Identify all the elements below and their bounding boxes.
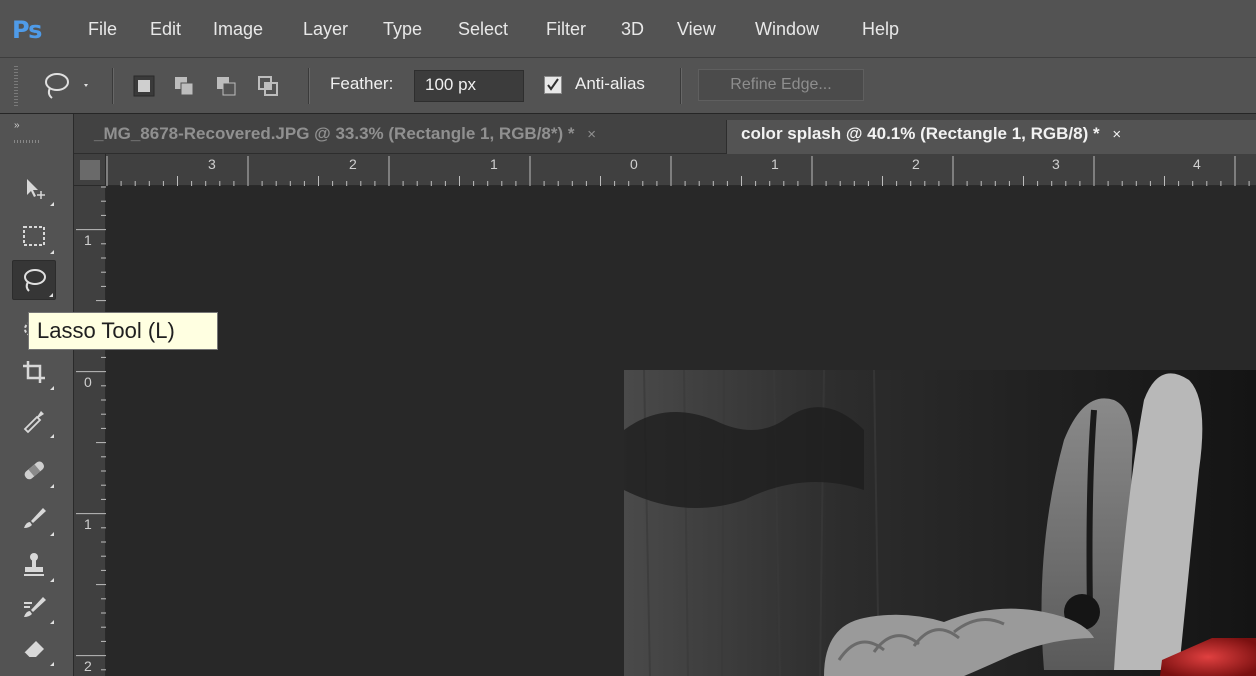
menu-3d[interactable]: 3D (621, 18, 644, 40)
menu-select[interactable]: Select (458, 18, 508, 40)
eyedropper-icon (23, 411, 44, 434)
menu-bar: Ps File Edit Image Layer Type Select Fil… (0, 0, 1256, 58)
antialias-label[interactable]: Anti-alias (575, 74, 645, 94)
ruler-label: 1 (490, 156, 498, 172)
lasso-tool[interactable] (12, 260, 56, 300)
healing-brush-tool[interactable] (12, 450, 56, 490)
menu-type[interactable]: Type (383, 18, 422, 40)
ruler-label: 1 (84, 516, 92, 532)
history-brush-icon (24, 597, 46, 617)
horizontal-ruler[interactable]: 3 2 1 0 1 2 3 4 (106, 154, 1256, 186)
rope-clothespin-image (624, 370, 1256, 676)
move-tool[interactable] (12, 168, 56, 208)
clone-stamp-tool[interactable] (12, 544, 56, 584)
options-grip[interactable] (14, 66, 18, 106)
feather-label: Feather: (330, 74, 394, 93)
eraser-icon (23, 641, 44, 660)
tab-mg-8678[interactable]: _MG_8678-Recovered.JPG @ 33.3% (Rectangl… (80, 120, 726, 154)
rect-marquee-icon (23, 226, 45, 246)
subtract-selection-button[interactable] (214, 74, 238, 98)
crop-icon (23, 361, 45, 383)
ruler-label: 2 (912, 156, 920, 172)
antialias-checkbox[interactable] (544, 76, 562, 94)
stamp-icon (24, 553, 44, 576)
brush-tool[interactable] (12, 498, 56, 538)
menu-file[interactable]: File (88, 18, 117, 40)
menu-view[interactable]: View (677, 18, 716, 40)
close-icon[interactable]: × (1112, 126, 1121, 143)
lasso-icon (45, 73, 88, 99)
menu-image[interactable]: Image (213, 18, 263, 40)
options-separator (308, 68, 310, 104)
refine-edge-button[interactable]: Refine Edge... (698, 69, 864, 101)
intersect-selection-button[interactable] (256, 74, 280, 98)
new-selection-icon (133, 75, 155, 97)
menu-layer[interactable]: Layer (303, 18, 348, 40)
ruler-label: 2 (84, 658, 92, 674)
ruler-label: 3 (1052, 156, 1060, 172)
close-icon[interactable]: × (587, 126, 596, 143)
feather-input[interactable]: 100 px (414, 70, 524, 102)
options-separator (680, 68, 682, 104)
ruler-ticks (76, 186, 106, 671)
checkmark-icon (547, 78, 559, 91)
ruler-ticks (106, 156, 1250, 186)
tool-preset-picker[interactable] (40, 70, 92, 102)
menu-edit[interactable]: Edit (150, 18, 181, 40)
bandage-icon (24, 461, 45, 480)
ruler-label: 2 (349, 156, 357, 172)
options-bar: Feather: 100 px Anti-alias Refine Edge..… (0, 58, 1256, 114)
brush-icon (24, 508, 46, 528)
menu-window[interactable]: Window (755, 18, 819, 40)
history-brush-tool[interactable] (12, 586, 56, 626)
collapse-toolbox-icon[interactable]: » (14, 120, 19, 131)
new-selection-button[interactable] (132, 74, 156, 98)
tab-title: color splash @ 40.1% (Rectangle 1, RGB/8… (741, 124, 1100, 143)
tab-title: _MG_8678-Recovered.JPG @ 33.3% (Rectangl… (94, 124, 575, 143)
ruler-label: 4 (1193, 156, 1201, 172)
ruler-origin[interactable] (74, 154, 106, 186)
ruler-label: 1 (84, 232, 92, 248)
menu-filter[interactable]: Filter (546, 18, 586, 40)
tab-color-splash[interactable]: color splash @ 40.1% (Rectangle 1, RGB/8… (726, 120, 1256, 154)
options-separator (112, 68, 114, 104)
add-to-selection-button[interactable] (172, 74, 196, 98)
toolbox-panel: » (0, 114, 74, 676)
menu-help[interactable]: Help (862, 18, 899, 40)
document-tab-bar: _MG_8678-Recovered.JPG @ 33.3% (Rectangl… (74, 114, 1256, 154)
ruler-label: 1 (771, 156, 779, 172)
tool-tooltip: Lasso Tool (L) (28, 312, 218, 350)
add-selection-icon (175, 77, 194, 96)
document-image[interactable] (624, 370, 1256, 676)
subtract-selection-icon (217, 77, 236, 96)
eyedropper-tool[interactable] (12, 400, 56, 440)
toolbox-grip[interactable] (14, 140, 40, 143)
photoshop-logo: Ps (12, 16, 42, 44)
ruler-label: 0 (630, 156, 638, 172)
vertical-ruler[interactable]: 1 0 1 2 (74, 186, 106, 676)
move-icon (27, 179, 45, 199)
ruler-label: 3 (208, 156, 216, 172)
ruler-label: 0 (84, 374, 92, 390)
intersect-selection-icon (258, 76, 278, 96)
eraser-tool[interactable] (12, 628, 56, 668)
lasso-icon (24, 269, 46, 292)
marquee-tool[interactable] (12, 216, 56, 256)
crop-tool[interactable] (12, 352, 56, 392)
